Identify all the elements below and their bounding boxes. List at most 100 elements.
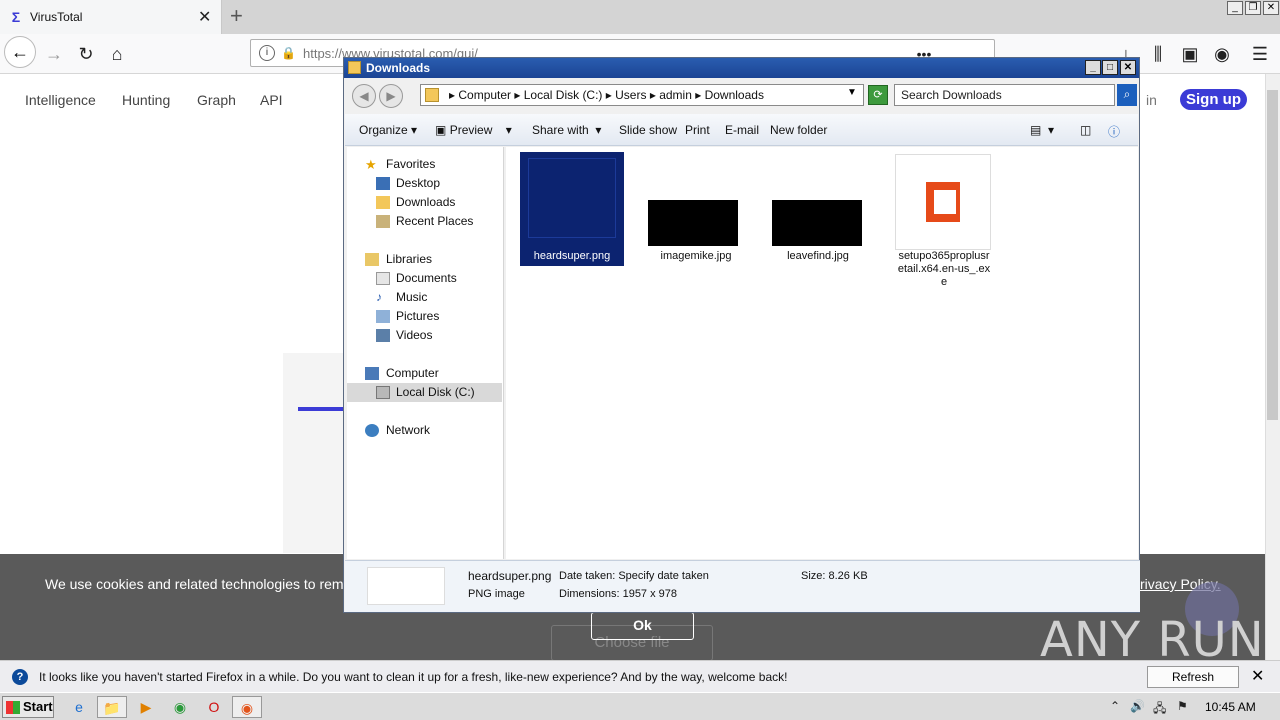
nav-computer[interactable]: Computer <box>347 364 502 383</box>
nav-favorites[interactable]: ★ Favorites <box>347 155 502 174</box>
preview-pane-icon[interactable]: ◫ <box>1080 123 1091 137</box>
preview-icon: ▣ <box>435 123 447 137</box>
search-input[interactable]: Search Downloads <box>894 84 1115 106</box>
ie-icon[interactable]: e <box>64 696 94 718</box>
tab-virustotal[interactable]: Σ VirusTotal ✕ <box>0 0 222 34</box>
action-center-flag-icon[interactable]: ⚑ <box>1177 699 1188 713</box>
menu-icon[interactable]: ☰ <box>1246 42 1274 66</box>
downloads-folder-icon <box>376 196 390 209</box>
nav-pictures[interactable]: Pictures <box>347 307 502 326</box>
close-tab-icon[interactable]: ✕ <box>198 7 211 27</box>
file-item[interactable]: imagemike.jpg <box>644 152 748 266</box>
cookie-ok-button[interactable]: Ok <box>591 612 694 640</box>
file-item[interactable]: heardsuper.png <box>520 152 624 266</box>
clock[interactable]: 10:45 AM <box>1205 700 1256 714</box>
detail-size: Size: 8.26 KB <box>801 570 868 582</box>
minimize-window-icon[interactable]: _ <box>1227 1 1243 15</box>
nav-libraries[interactable]: Libraries <box>347 250 502 269</box>
windows-logo-icon <box>6 701 20 714</box>
preview-button[interactable]: ▣ Preview ▾ <box>435 123 512 137</box>
volume-icon[interactable]: 🔊 <box>1130 699 1145 713</box>
sidebar-icon[interactable]: ▣ <box>1176 42 1204 66</box>
detail-date-taken[interactable]: Date taken: Specify date taken <box>559 570 709 582</box>
email-button[interactable]: E-mail <box>725 123 759 137</box>
nav-desktop[interactable]: Desktop <box>347 174 502 193</box>
new-folder-button[interactable]: New folder <box>770 123 827 137</box>
nav-graph[interactable]: Graph <box>197 92 236 108</box>
forward-arrow-icon[interactable]: ▶ <box>379 84 403 108</box>
home-icon[interactable]: ⌂ <box>103 42 131 66</box>
search-icon[interactable]: ⌕ <box>1117 84 1137 106</box>
computer-icon <box>365 367 379 380</box>
explorer-title-bar[interactable]: Downloads _ □ ✕ <box>344 58 1139 78</box>
nav-intelligence[interactable]: Intelligence <box>25 92 96 108</box>
media-player-icon[interactable]: ▶ <box>131 696 161 718</box>
share-with-button[interactable]: Share with ▾ <box>532 123 601 137</box>
print-button[interactable]: Print <box>685 123 710 137</box>
slide-show-button[interactable]: Slide show <box>619 123 677 137</box>
file-item[interactable]: leavefind.jpg <box>766 152 870 266</box>
tab-title: VirusTotal <box>30 10 83 24</box>
nav-hunting[interactable]: Hunting <box>122 92 170 108</box>
refresh-firefox-button[interactable]: Refresh Firefox… <box>1147 666 1239 704</box>
command-bar: Organize ▾ ▣ Preview ▾ Share with ▾ Slid… <box>345 114 1138 146</box>
chrome-icon[interactable]: ◉ <box>165 696 195 718</box>
office-installer-icon <box>895 154 991 250</box>
folder-icon <box>348 61 361 74</box>
start-button[interactable]: Start <box>2 696 54 718</box>
view-options-icon[interactable]: ▤ ▾ <box>1030 123 1054 137</box>
maximize-icon[interactable]: □ <box>1102 60 1118 75</box>
restore-window-icon[interactable]: ❐ <box>1245 1 1261 15</box>
address-bar[interactable]: ▸ Computer ▸ Local Disk (C:) ▸ Users ▸ a… <box>420 84 864 106</box>
notification-bar: ? It looks like you haven't started Fire… <box>0 660 1280 704</box>
libraries-icon <box>365 253 379 266</box>
back-button-icon[interactable]: ← <box>4 36 36 68</box>
reload-icon[interactable]: ↻ <box>72 42 100 66</box>
notification-message: It looks like you haven't started Firefo… <box>39 670 788 684</box>
opera-icon[interactable]: O <box>199 696 229 718</box>
organize-button[interactable]: Organize ▾ <box>359 123 417 137</box>
back-arrow-icon[interactable]: ◀ <box>352 84 376 108</box>
nav-api[interactable]: API <box>260 92 283 108</box>
new-tab-icon[interactable]: + <box>230 4 243 28</box>
show-hidden-icons-icon[interactable]: ⌃ <box>1110 699 1120 713</box>
nav-local-disk[interactable]: Local Disk (C:) <box>347 383 502 402</box>
detail-name: heardsuper.png <box>468 569 552 583</box>
active-tab-indicator <box>298 407 343 411</box>
info-icon[interactable]: i <box>259 45 275 61</box>
details-pane: heardsuper.png PNG image Date taken: Spe… <box>345 560 1140 612</box>
sign-in-link[interactable]: in <box>1146 92 1157 108</box>
help-icon[interactable]: ⓘ <box>1108 123 1120 140</box>
videos-icon <box>376 329 390 342</box>
explorer-taskbar-icon[interactable]: 📁 <box>97 696 127 718</box>
refresh-icon[interactable]: ⟳ <box>868 85 888 105</box>
crumb-users[interactable]: Users <box>615 88 646 102</box>
navigation-pane: ★ Favorites Desktop Downloads Recent Pla… <box>347 147 504 559</box>
taskbar: Start e 📁 ▶ ◉ O ◉ ⌃ 🔊 🖧 ⚑ 10:45 AM <box>0 692 1280 720</box>
close-icon[interactable]: ✕ <box>1120 60 1136 75</box>
nav-videos[interactable]: Videos <box>347 326 502 345</box>
forward-icon[interactable]: → <box>40 42 68 66</box>
crumb-downloads[interactable]: Downloads <box>705 88 764 102</box>
nav-network[interactable]: Network <box>347 421 502 440</box>
crumb-local-disk[interactable]: Local Disk (C:) <box>524 88 603 102</box>
explorer-title: Downloads <box>366 61 431 75</box>
account-icon[interactable]: ◉ <box>1208 42 1236 66</box>
chevron-down-icon[interactable]: ▼ <box>847 87 857 98</box>
sign-up-button[interactable]: Sign up <box>1180 89 1247 110</box>
minimize-icon[interactable]: _ <box>1085 60 1101 75</box>
nav-recent-places[interactable]: Recent Places <box>347 212 502 231</box>
close-notification-icon[interactable]: ✕ <box>1251 666 1264 686</box>
nav-documents[interactable]: Documents <box>347 269 502 288</box>
firefox-taskbar-icon[interactable]: ◉ <box>232 696 262 718</box>
close-window-icon[interactable]: ✕ <box>1263 1 1279 15</box>
nav-downloads[interactable]: Downloads <box>347 193 502 212</box>
nav-music[interactable]: ♪ Music <box>347 288 502 307</box>
file-item[interactable]: setupo365proplusretail.x64.en-us_.exe <box>888 152 992 292</box>
scrollbar-thumb[interactable] <box>1267 90 1278 420</box>
crumb-computer[interactable]: Computer <box>458 88 511 102</box>
crumb-admin[interactable]: admin <box>659 88 692 102</box>
network-tray-icon[interactable]: 🖧 <box>1153 699 1166 720</box>
tab-bar: Σ VirusTotal ✕ + _ ❐ ✕ <box>0 0 1280 34</box>
library-icon[interactable]: ⫼ <box>1144 42 1172 66</box>
